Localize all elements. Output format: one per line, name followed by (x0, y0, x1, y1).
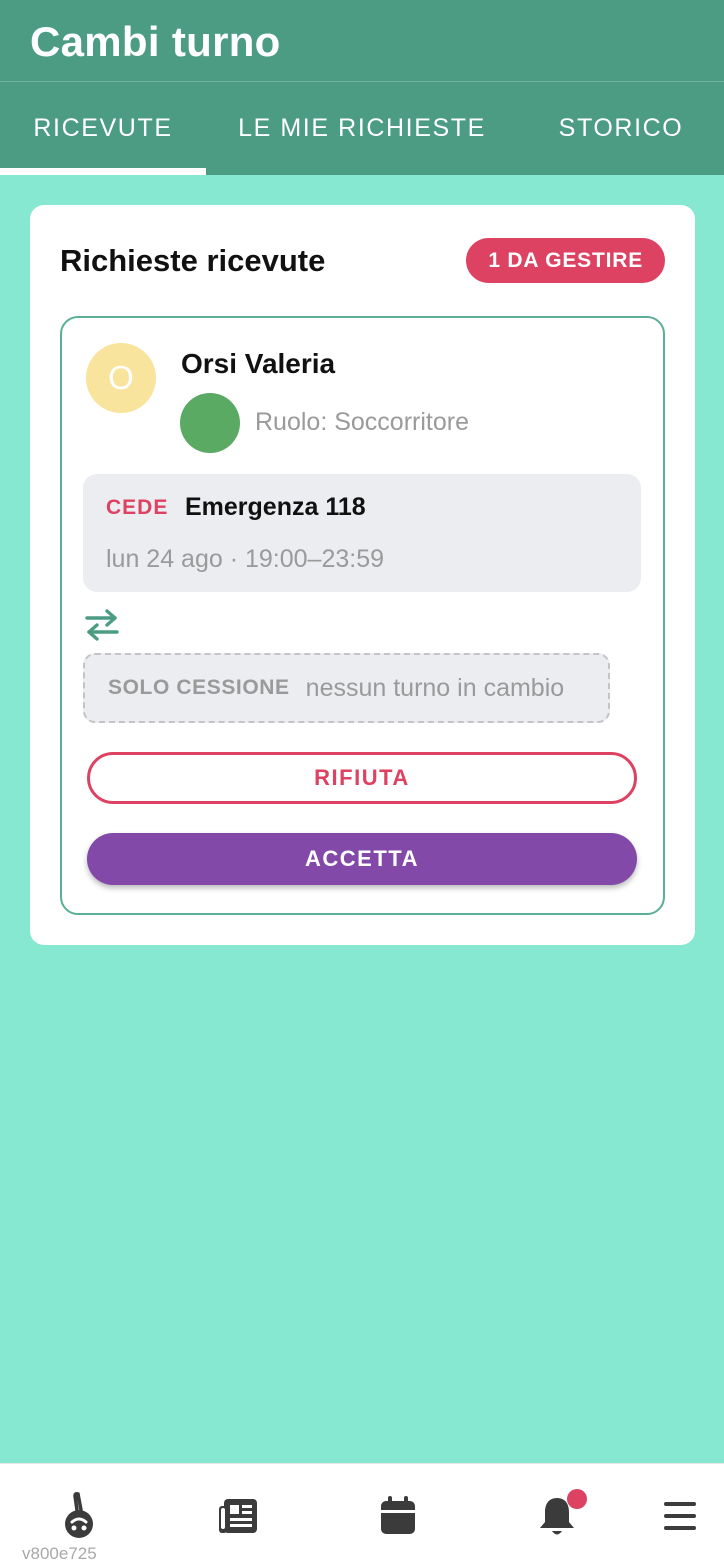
cession-tag: SOLO CESSIONE (108, 676, 290, 699)
section-title: Richieste ricevute (60, 243, 326, 278)
shift-time: lun 24 ago · 19:00–23:59 (106, 545, 385, 573)
requester-name: Orsi Valeria (181, 348, 336, 379)
cession-info: SOLO CESSIONE nessun turno in cambio (83, 653, 610, 723)
calendar-icon[interactable] (374, 1492, 422, 1540)
page-title: Cambi turno (30, 18, 281, 65)
bottom-navigation: v800e725 (0, 1463, 724, 1568)
received-requests-card: Richieste ricevute 1 DA GESTIRE O Orsi V… (30, 205, 695, 945)
request-card: O Orsi Valeria Ruolo: Soccorritore CEDE … (60, 316, 665, 915)
offered-shift: CEDE Emergenza 118 lun 24 ago · 19:00–23… (83, 474, 641, 592)
active-tab-indicator (0, 168, 206, 175)
app-version: v800e725 (22, 1544, 97, 1563)
shift-tag: CEDE (106, 496, 169, 519)
swap-arrows-icon (85, 609, 119, 641)
requester-role: Ruolo: Soccorritore (255, 408, 469, 436)
reject-button[interactable]: RIFIUTA (87, 752, 637, 804)
news-icon[interactable] (214, 1492, 262, 1540)
tab-storico[interactable]: STORICO (518, 82, 724, 175)
menu-icon[interactable] (656, 1492, 704, 1540)
app-header: Cambi turno RICEVUTE LE MIE RICHIESTE ST… (0, 0, 724, 175)
tab-ricevute[interactable]: RICEVUTE (0, 82, 206, 175)
shift-name: Emergenza 118 (185, 493, 366, 521)
cession-text: nessun turno in cambio (305, 673, 565, 702)
pending-badge: 1 DA GESTIRE (466, 238, 665, 283)
notification-dot (567, 1489, 587, 1509)
avatar: O (86, 343, 156, 413)
role-indicator (180, 393, 240, 453)
home-icon[interactable] (55, 1492, 103, 1540)
tab-le-mie-richieste[interactable]: LE MIE RICHIESTE (206, 82, 518, 175)
accept-button[interactable]: ACCETTA (87, 833, 637, 885)
